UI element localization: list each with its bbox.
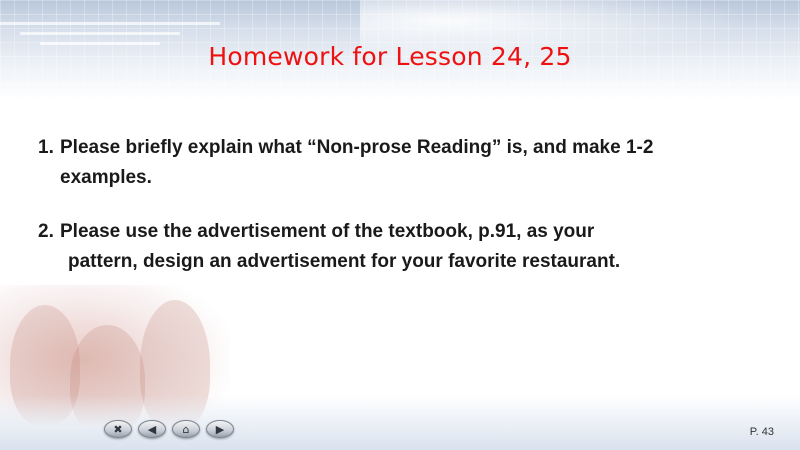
item-number: 1. xyxy=(38,137,54,158)
previous-slide-button[interactable]: ◀ xyxy=(138,420,166,438)
close-button[interactable]: ✖ xyxy=(104,420,132,438)
home-icon: ⌂ xyxy=(182,422,190,436)
item-text-line: Please briefly explain what “Non-prose R… xyxy=(60,137,654,158)
item-number: 2. xyxy=(38,221,54,242)
slide: Homework for Lesson 24, 25 1. Please bri… xyxy=(0,0,800,450)
item-text-line: pattern, design an advertisement for you… xyxy=(68,251,621,272)
slide-navigation: ✖ ◀ ⌂ ▶ xyxy=(104,420,234,438)
arrow-right-icon: ▶ xyxy=(215,422,225,436)
close-icon: ✖ xyxy=(113,422,123,436)
item-text-line: examples. xyxy=(60,167,152,188)
list-item: 2. Please use the advertisement of the t… xyxy=(38,217,758,277)
home-button[interactable]: ⌂ xyxy=(172,420,200,438)
next-slide-button[interactable]: ▶ xyxy=(206,420,234,438)
banner-stripe xyxy=(20,32,180,35)
item-text-line: Please use the advertisement of the text… xyxy=(60,221,595,242)
arrow-left-icon: ◀ xyxy=(147,422,157,436)
slide-title: Homework for Lesson 24, 25 xyxy=(208,42,572,71)
homework-list: 1. Please briefly explain what “Non-pros… xyxy=(38,133,758,277)
list-item: 1. Please briefly explain what “Non-pros… xyxy=(38,133,758,193)
page-number: P. 43 xyxy=(749,426,774,438)
banner-stripe xyxy=(0,22,220,25)
